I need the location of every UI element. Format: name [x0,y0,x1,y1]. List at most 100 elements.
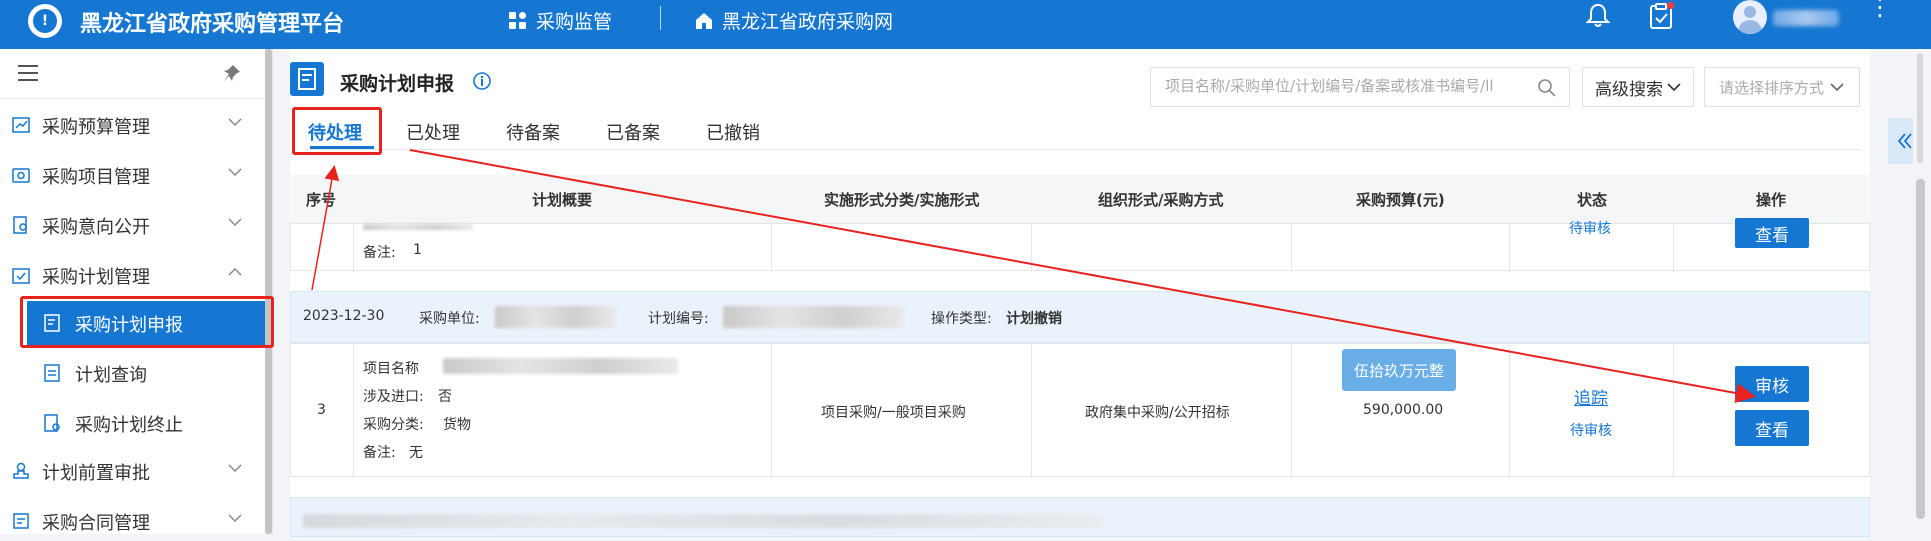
logo-icon: ! [28,4,62,38]
page-scrollbar[interactable] [1913,49,1931,534]
project-name-label: 项目名称 [363,361,419,377]
bell-icon[interactable] [1584,2,1612,30]
page-title: 采购计划申报 [340,73,455,95]
main-panel: 采购计划申报 高级搜索 请选择排序方式 待处理 已处理 待备案 已备案 已撤销 … [290,49,1870,537]
header-actions: 操作 [1756,191,1787,209]
sidebar-scrollbar[interactable] [265,49,272,534]
group-header [290,497,1870,537]
sidebar-item-plan-terminate[interactable]: 采购计划终止 [0,401,265,445]
sidebar-item-label: 采购意向公开 [42,217,150,238]
doc-icon [44,364,60,382]
search-icon[interactable] [1537,78,1557,98]
sidebar-toolbar [0,49,265,99]
chevron-down-icon [228,118,242,127]
table-row: 3 项目名称 涉及进口: 否 采购分类: 货物 备注: 无 项目采购/一般项目采… [290,343,1870,478]
nav-portal[interactable]: 黑龙江省政府采购网 [694,7,893,34]
remark-value: 无 [409,445,423,461]
header-summary: 计划概要 [532,191,593,209]
menu-icon[interactable] [18,65,38,81]
sidebar-item-plan[interactable]: 采购计划管理 [0,255,265,295]
group-header: 2023-12-30 采购单位: 计划编号: 操作类型: 计划撤销 [290,291,1870,343]
tab-processed[interactable]: 已处理 [406,111,460,153]
import-label: 涉及进口: [363,389,424,405]
chevron-down-icon [228,464,242,473]
tab-revoked[interactable]: 已撤销 [706,111,760,153]
impl-form: 项目采购/一般项目采购 [821,405,966,421]
header-status: 状态 [1577,191,1608,209]
header-index: 序号 [306,191,337,209]
table-header: 序号 计划概要 实施形式分类/实施形式 组织形式/采购方式 采购预算(元) 状态… [290,175,1870,223]
sidebar-item-pre-approval[interactable]: 计划前置审批 [0,451,265,491]
doc-stop-icon [44,414,60,432]
avatar[interactable] [1733,0,1767,34]
chevron-down-icon [228,168,242,177]
tab-filed[interactable]: 已备案 [606,111,660,153]
search-input[interactable] [1165,77,1525,95]
search-box[interactable] [1150,67,1570,107]
chevron-down-icon [1830,83,1844,92]
budget-value: 590,000.00 [1363,402,1444,418]
nav-monitor[interactable]: 采购监管 [508,7,612,34]
import-value: 否 [438,389,452,405]
project-icon [12,168,30,183]
sidebar-item-label: 采购项目管理 [42,167,150,188]
track-link[interactable]: 追踪 [1574,384,1608,409]
sort-select[interactable]: 请选择排序方式 [1704,67,1860,107]
double-chevron-left-icon [1897,133,1912,149]
chevron-down-icon [1667,83,1681,92]
advanced-search-button[interactable]: 高级搜索 [1582,67,1694,107]
remark-label: 备注: [363,445,396,461]
sidebar-item-project[interactable]: 采购项目管理 [0,155,265,195]
sidebar-item-plan-query[interactable]: 计划查询 [0,351,265,395]
calendar-check-icon [12,268,30,284]
info-icon[interactable] [472,71,492,91]
sidebar-item-label: 采购计划管理 [42,267,150,288]
document-search-icon [13,216,27,234]
nav-portal-label: 黑龙江省政府采购网 [722,11,894,33]
view-button[interactable]: 查看 [1735,410,1809,446]
annotation-box-sidebar [20,296,274,348]
unit-value-blurred [495,306,615,328]
view-button[interactable]: 查看 [1735,218,1809,248]
sidebar-item-intention[interactable]: 采购意向公开 [0,205,265,245]
header-budget: 采购预算(元) [1356,191,1445,209]
page-title-icon [290,62,324,96]
sidebar-item-budget[interactable]: 采购预算管理 [0,105,265,145]
budget-tooltip: 伍拾玖万元整 [1342,349,1456,391]
top-bar: ! 黑龙江省政府采购管理平台 采购监管 黑龙江省政府采购网 ⋮ [0,0,1931,49]
sidebar-item-contract[interactable]: 采购合同管理 [0,501,265,541]
remark-value: 1 [413,242,422,258]
header-org-form: 组织形式/采购方式 [1098,191,1224,209]
home-icon [696,12,712,29]
nav-separator [660,6,661,30]
stamp-icon [13,462,29,479]
org-form: 政府集中采购/公开招标 [1085,405,1230,421]
more-icon[interactable]: ⋮ [1868,0,1892,19]
tab-to-file[interactable]: 待备案 [506,111,560,153]
plan-no-label: 计划编号: [648,311,709,327]
row-index: 3 [317,402,326,418]
username-blurred [1773,10,1839,26]
chevron-down-icon [228,218,242,227]
unit-label: 采购单位: [419,311,480,327]
pin-icon[interactable] [222,63,242,83]
op-type-value: 计划撤销 [1006,311,1062,327]
sidebar-item-label: 采购合同管理 [42,513,150,534]
sidebar-item-label: 计划查询 [75,365,147,386]
nav-monitor-label: 采购监管 [536,11,613,33]
status-text: 待审核 [1569,221,1611,237]
review-button[interactable]: 审核 [1735,366,1809,402]
category-label: 采购分类: [363,417,424,433]
project-name-blurred [443,358,678,374]
chevron-down-icon [228,514,242,523]
sidebar: 采购预算管理 采购项目管理 采购意向公开 采购计划管理 采购计划申报 计划查询 … [0,49,273,534]
notification-dot [1667,2,1674,9]
grid-icon [509,11,526,29]
plan-table: 序号 计划概要 实施形式分类/实施形式 组织形式/采购方式 采购预算(元) 状态… [290,175,1870,537]
sort-select-placeholder: 请选择排序方式 [1719,78,1825,97]
tab-divider [306,149,1860,150]
advanced-search-label: 高级搜索 [1595,79,1663,100]
app-title: 黑龙江省政府采购管理平台 [80,12,345,37]
category-value: 货物 [443,417,471,433]
plan-no-blurred [723,306,903,328]
